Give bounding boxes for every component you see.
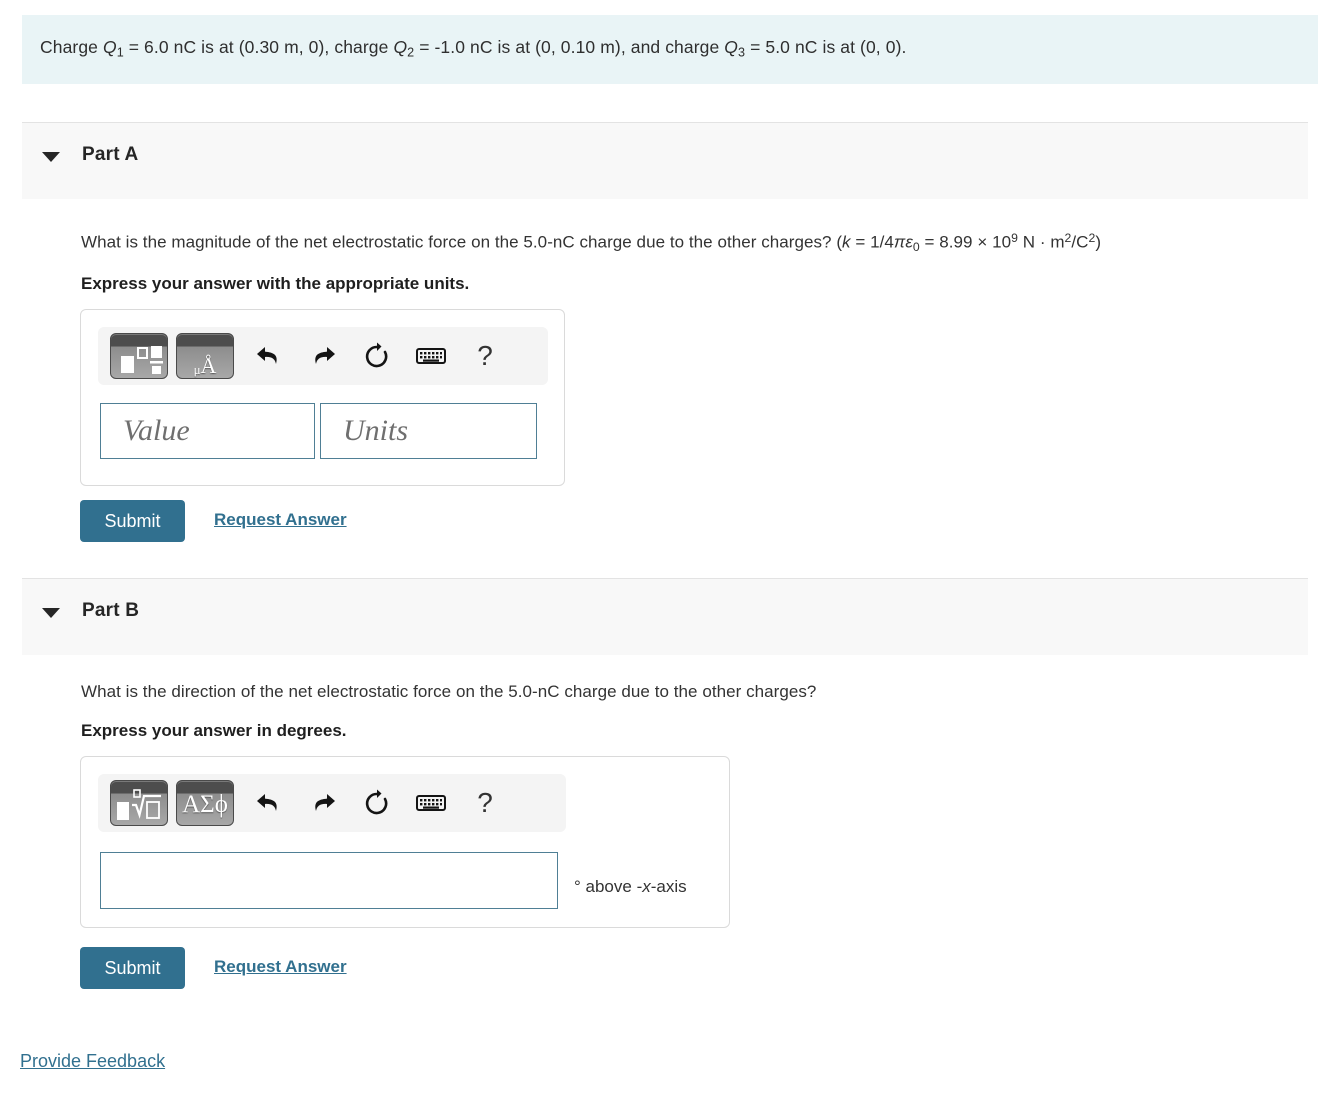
epsilon-subscript: 0 bbox=[912, 239, 920, 254]
part-b-question: What is the direction of the net electro… bbox=[81, 682, 817, 701]
pi-epsilon: πε bbox=[893, 232, 913, 252]
reset-glyph bbox=[365, 789, 388, 815]
part-a-eq1: = 1/4 bbox=[850, 232, 894, 252]
part-a-instruction: Express your answer with the appropriate… bbox=[81, 274, 470, 293]
math-template-glyph bbox=[121, 346, 163, 374]
math-template-sqrt-icon[interactable] bbox=[110, 780, 168, 826]
part-a-answer-box: μÅ ? Value Units bbox=[80, 309, 565, 486]
part-a-units-1: N · m bbox=[1017, 232, 1065, 252]
undo-glyph bbox=[257, 794, 277, 811]
suffix-degrees: ° above - bbox=[574, 877, 643, 896]
part-a-header[interactable]: Part A bbox=[22, 122, 1308, 199]
statement-prefix: Charge bbox=[40, 37, 103, 57]
part-a-math-toolbar: μÅ ? bbox=[98, 327, 548, 385]
value-input-placeholder: Value bbox=[123, 414, 190, 447]
math-template-sqrt-glyph bbox=[117, 789, 161, 820]
units-input-placeholder: Units bbox=[343, 414, 409, 447]
reset-icon[interactable] bbox=[350, 334, 404, 378]
greek-letters-icon[interactable]: ΑΣϕ bbox=[176, 780, 234, 826]
suffix-x-axis-symbol: x bbox=[642, 877, 651, 896]
redo-icon[interactable] bbox=[296, 334, 350, 378]
part-a-title: Part A bbox=[82, 144, 139, 165]
statement-mid-1: = 6.0 nC is at (0.30 m, 0), charge bbox=[123, 37, 394, 57]
redo-glyph bbox=[315, 347, 335, 364]
undo-icon[interactable] bbox=[242, 781, 296, 825]
angle-units-suffix: ° above -x-axis bbox=[574, 877, 687, 897]
part-b-instruction: Express your answer in degrees. bbox=[81, 721, 347, 740]
keyboard-glyph bbox=[416, 348, 446, 364]
part-a-eq2: = 8.99 × 10 bbox=[919, 232, 1012, 252]
reset-icon[interactable] bbox=[350, 781, 404, 825]
problem-statement-banner: Charge Q1 = 6.0 nC is at (0.30 m, 0), ch… bbox=[22, 15, 1318, 84]
keyboard-icon[interactable] bbox=[404, 334, 458, 378]
angle-input-field[interactable] bbox=[100, 852, 558, 909]
charge-q2-symbol: Q bbox=[393, 37, 408, 57]
value-input-field[interactable]: Value bbox=[100, 403, 315, 459]
part-b-request-answer-link[interactable]: Request Answer bbox=[214, 957, 347, 977]
caret-down-icon[interactable] bbox=[42, 152, 60, 162]
statement-suffix: = 5.0 nC is at (0, 0). bbox=[745, 37, 907, 57]
part-b-answer-box: ΑΣϕ ? ° above -x-axis bbox=[80, 756, 730, 928]
undo-icon[interactable] bbox=[242, 334, 296, 378]
part-a-units-2: /C bbox=[1071, 232, 1089, 252]
units-input-field[interactable]: Units bbox=[320, 403, 537, 459]
part-a-question-close: ) bbox=[1095, 232, 1102, 252]
problem-statement-text: Charge Q1 = 6.0 nC is at (0.30 m, 0), ch… bbox=[40, 37, 906, 60]
units-icon[interactable]: μÅ bbox=[176, 333, 234, 379]
provide-feedback-link[interactable]: Provide Feedback bbox=[20, 1051, 165, 1072]
constant-k: k bbox=[842, 232, 851, 252]
help-icon[interactable]: ? bbox=[458, 781, 512, 825]
greek-letters-label: ΑΣϕ bbox=[182, 791, 228, 818]
units-icon-label: μÅ bbox=[177, 353, 233, 378]
suffix-axis: -axis bbox=[650, 877, 687, 896]
undo-glyph bbox=[257, 347, 277, 364]
caret-down-icon[interactable] bbox=[42, 608, 60, 618]
part-b-title: Part B bbox=[82, 600, 140, 621]
micro-symbol: μ bbox=[193, 362, 201, 377]
part-a-submit-button[interactable]: Submit bbox=[80, 500, 185, 542]
part-a-question: What is the magnitude of the net electro… bbox=[81, 231, 1101, 254]
part-a-question-main: What is the magnitude of the net electro… bbox=[81, 232, 843, 252]
keyboard-glyph bbox=[416, 795, 446, 811]
redo-glyph bbox=[315, 794, 335, 811]
part-b-submit-button[interactable]: Submit bbox=[80, 947, 185, 989]
part-b-header[interactable]: Part B bbox=[22, 578, 1308, 655]
statement-mid-2: = -1.0 nC is at (0, 0.10 m), and charge bbox=[414, 37, 725, 57]
keyboard-icon[interactable] bbox=[404, 781, 458, 825]
redo-icon[interactable] bbox=[296, 781, 350, 825]
help-icon[interactable]: ? bbox=[458, 334, 512, 378]
power-exponent: 9 bbox=[1011, 231, 1018, 245]
part-a-request-answer-link[interactable]: Request Answer bbox=[214, 510, 347, 530]
reset-glyph bbox=[365, 342, 388, 368]
charge-q1-subscript: 1 bbox=[116, 45, 124, 60]
charge-q3-symbol: Q bbox=[724, 37, 739, 57]
charge-q1-symbol: Q bbox=[102, 37, 117, 57]
math-template-icon[interactable] bbox=[110, 333, 168, 379]
angstrom-symbol: Å bbox=[200, 353, 217, 378]
part-b-math-toolbar: ΑΣϕ ? bbox=[98, 774, 566, 832]
